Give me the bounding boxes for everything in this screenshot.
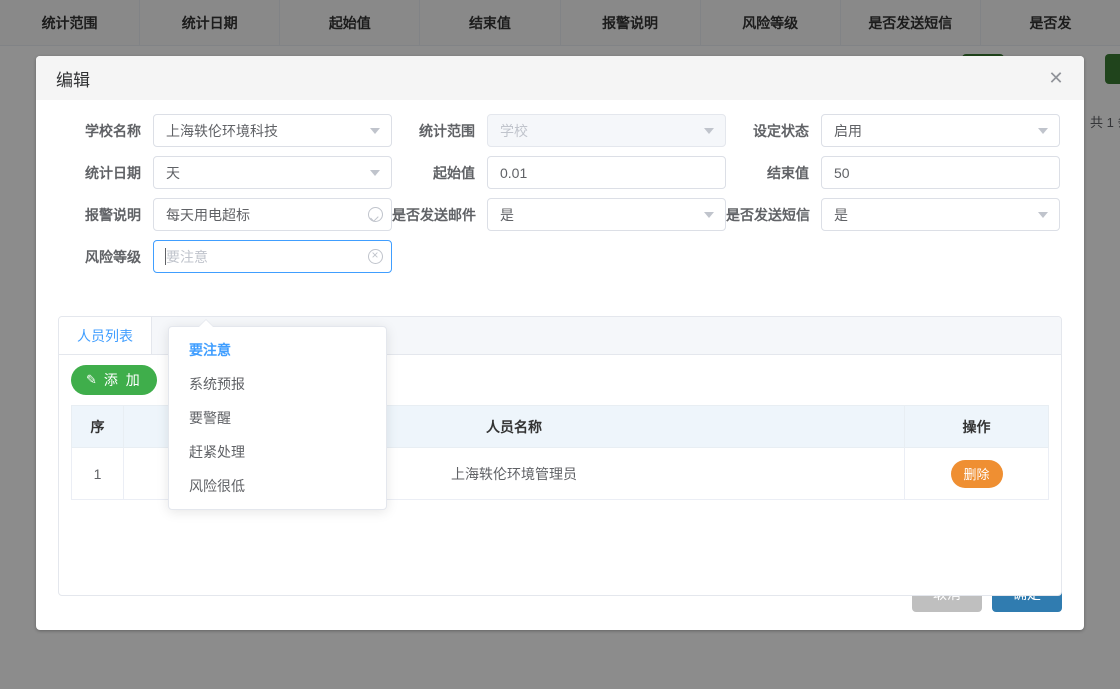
column-header-index: 序 <box>71 405 124 448</box>
field-control <box>487 156 726 189</box>
form-field-alarm-desc: 报警说明 <box>58 198 392 231</box>
field-label: 风险等级 <box>85 248 141 265</box>
field-control <box>153 156 392 189</box>
stat-scope-select <box>487 114 726 147</box>
text-cursor <box>165 248 166 265</box>
risk-level-dropdown: 要注意 系统预报 要警醒 赶紧处理 风险很低 <box>168 326 387 510</box>
stat-date-select[interactable] <box>153 156 392 189</box>
field-label: 是否发送短信 <box>726 206 810 223</box>
school-name-select[interactable] <box>153 114 392 147</box>
send-sms-select[interactable] <box>821 198 1060 231</box>
field-control <box>487 114 726 147</box>
dialog-header: 编辑 ✕ <box>36 56 1084 100</box>
set-status-select[interactable] <box>821 114 1060 147</box>
risk-level-input[interactable] <box>153 240 392 273</box>
dialog-body: 学校名称 统计范围 设定状态 <box>36 100 1084 596</box>
field-control <box>821 198 1060 231</box>
alarm-desc-input[interactable] <box>153 198 392 231</box>
column-header-action: 操作 <box>904 405 1049 448</box>
form-field-send-email: 是否发送邮件 <box>392 198 726 231</box>
tab-personnel-list[interactable]: 人员列表 <box>59 317 152 354</box>
form-field-send-sms: 是否发送短信 <box>726 198 1060 231</box>
pencil-icon: ✎ <box>86 372 97 387</box>
form-field-end-value: 结束值 <box>726 156 1060 189</box>
field-label: 结束值 <box>767 164 809 181</box>
add-personnel-button[interactable]: ✎ 添 加 <box>71 365 157 395</box>
dialog-title: 编辑 <box>56 70 90 90</box>
form-field-risk-level: 风险等级 <box>58 240 392 273</box>
cell-index: 1 <box>71 447 124 500</box>
form-field-school-name: 学校名称 <box>58 114 392 147</box>
form-row: 统计日期 起始值 结束值 <box>58 156 1062 189</box>
field-control <box>487 198 726 231</box>
field-label: 设定状态 <box>753 122 809 139</box>
field-label: 报警说明 <box>85 206 141 223</box>
field-label: 起始值 <box>433 164 475 181</box>
field-control <box>821 156 1060 189</box>
field-label: 是否发送邮件 <box>392 206 476 223</box>
cell-action: 删除 <box>904 447 1049 500</box>
field-label: 统计范围 <box>419 122 475 139</box>
dropdown-option[interactable]: 风险很低 <box>169 469 386 503</box>
field-control <box>153 198 392 231</box>
field-label: 统计日期 <box>85 164 141 181</box>
close-icon[interactable]: ✕ <box>1045 67 1067 89</box>
field-label: 学校名称 <box>85 122 141 139</box>
form-field-start-value: 起始值 <box>392 156 726 189</box>
field-control <box>153 240 392 273</box>
end-value-input[interactable] <box>821 156 1060 189</box>
field-control <box>153 114 392 147</box>
dropdown-option[interactable]: 要警醒 <box>169 401 386 435</box>
edit-dialog: 编辑 ✕ 学校名称 统计范围 设定状态 <box>36 56 1084 630</box>
circle-close-icon[interactable] <box>367 249 383 265</box>
form-row: 风险等级 <box>58 240 1062 273</box>
dropdown-option[interactable]: 系统预报 <box>169 367 386 401</box>
delete-button[interactable]: 删除 <box>950 459 1003 488</box>
add-button-label: 添 加 <box>103 372 142 388</box>
form-row: 学校名称 统计范围 设定状态 <box>58 114 1062 147</box>
start-value-input[interactable] <box>487 156 726 189</box>
form-field-stat-date: 统计日期 <box>58 156 392 189</box>
form-field-set-status: 设定状态 <box>726 114 1060 147</box>
dropdown-option[interactable]: 赶紧处理 <box>169 435 386 469</box>
form-field-stat-scope: 统计范围 <box>392 114 726 147</box>
send-email-select[interactable] <box>487 198 726 231</box>
field-control <box>821 114 1060 147</box>
dropdown-option[interactable]: 要注意 <box>169 333 386 367</box>
form-row: 报警说明 是否发送邮件 是否发送短信 <box>58 198 1062 231</box>
